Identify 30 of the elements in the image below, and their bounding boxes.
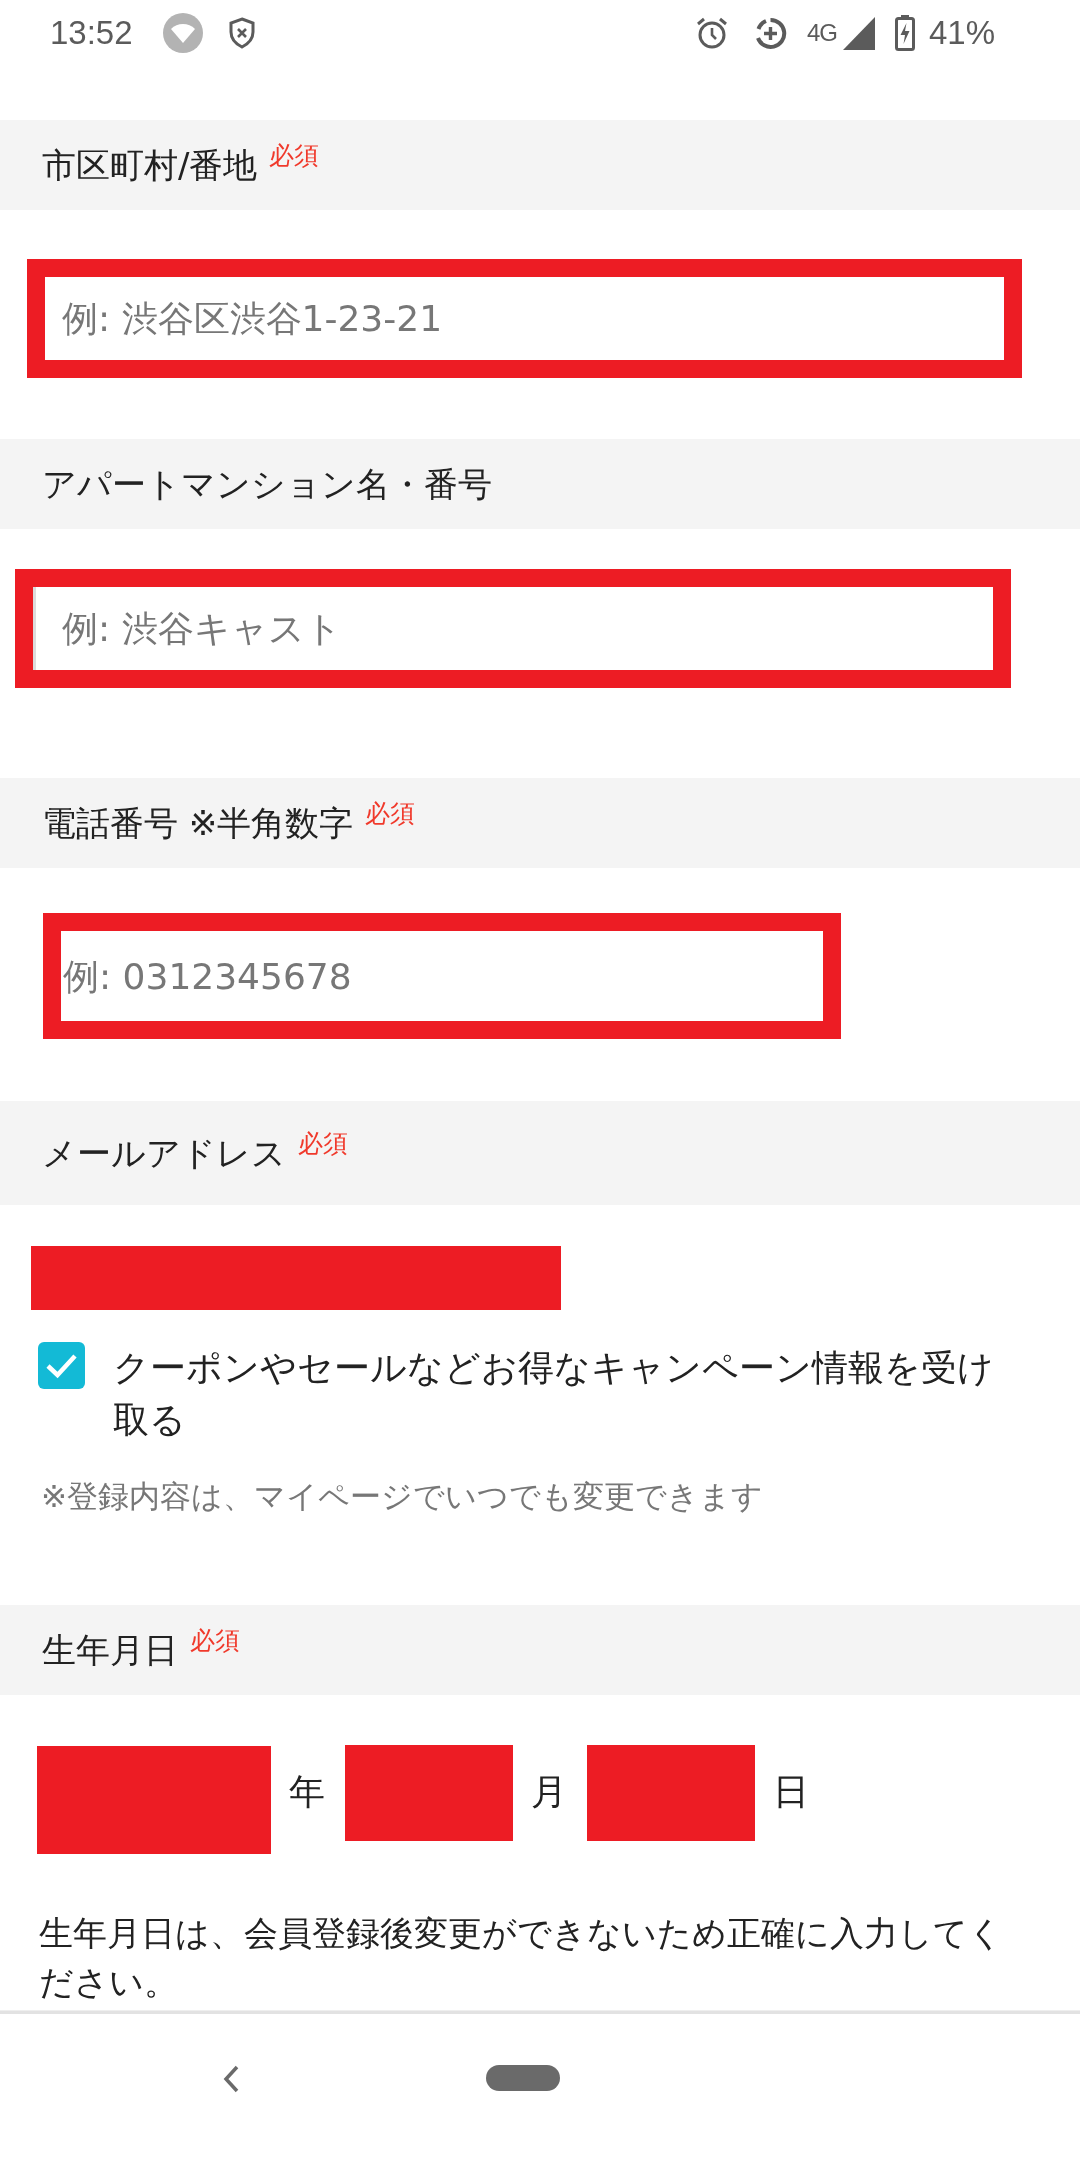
hint-text: ※登録内容は、マイページでいつでも変更できます <box>41 1477 764 1516</box>
alarm-clock-icon <box>694 16 729 50</box>
input-field[interactable]: 例: 渋谷区渋谷1-23-21 <box>27 259 1022 378</box>
battery-icon <box>894 15 915 51</box>
date-unit-label: 年 <box>289 1770 325 1814</box>
checkbox-label[interactable]: クーポンやセールなどお得なキャンペーン情報を受け取る <box>113 1342 1013 1446</box>
notice-text: 生年月日は、会員登録後変更ができないため正確に入力してください。 <box>39 1912 1004 2004</box>
section-label: 電話番号 ※半角数字 <box>42 802 354 845</box>
battery-percent: 41% <box>928 13 995 53</box>
input-field[interactable]: 例: 渋谷キャスト <box>15 569 1011 688</box>
section-label: アパートマンション名・番号 <box>42 463 492 506</box>
back-icon[interactable] <box>222 2065 240 2093</box>
required-tag: 必須 <box>298 1129 348 1159</box>
required-tag: 必須 <box>190 1626 240 1656</box>
checkbox[interactable] <box>38 1342 85 1389</box>
wifi-icon <box>162 13 203 53</box>
section-label: 市区町村/番地 <box>42 144 258 187</box>
date-unit-label: 日 <box>773 1770 809 1814</box>
required-tag: 必須 <box>269 141 320 171</box>
signal-icon <box>842 16 875 50</box>
network-type: 4G <box>806 18 837 48</box>
required-tag: 必須 <box>365 799 416 829</box>
shield-x-icon <box>227 17 256 49</box>
section-label: メールアドレス <box>42 1132 286 1175</box>
data-saver-icon <box>753 16 787 50</box>
home-handle[interactable] <box>486 2065 560 2091</box>
input-field[interactable]: 例: 0312345678 <box>43 913 841 1039</box>
clock-time: 13:52 <box>50 13 133 53</box>
date-unit-label: 月 <box>531 1770 567 1814</box>
section-label: 生年月日 <box>42 1629 178 1672</box>
